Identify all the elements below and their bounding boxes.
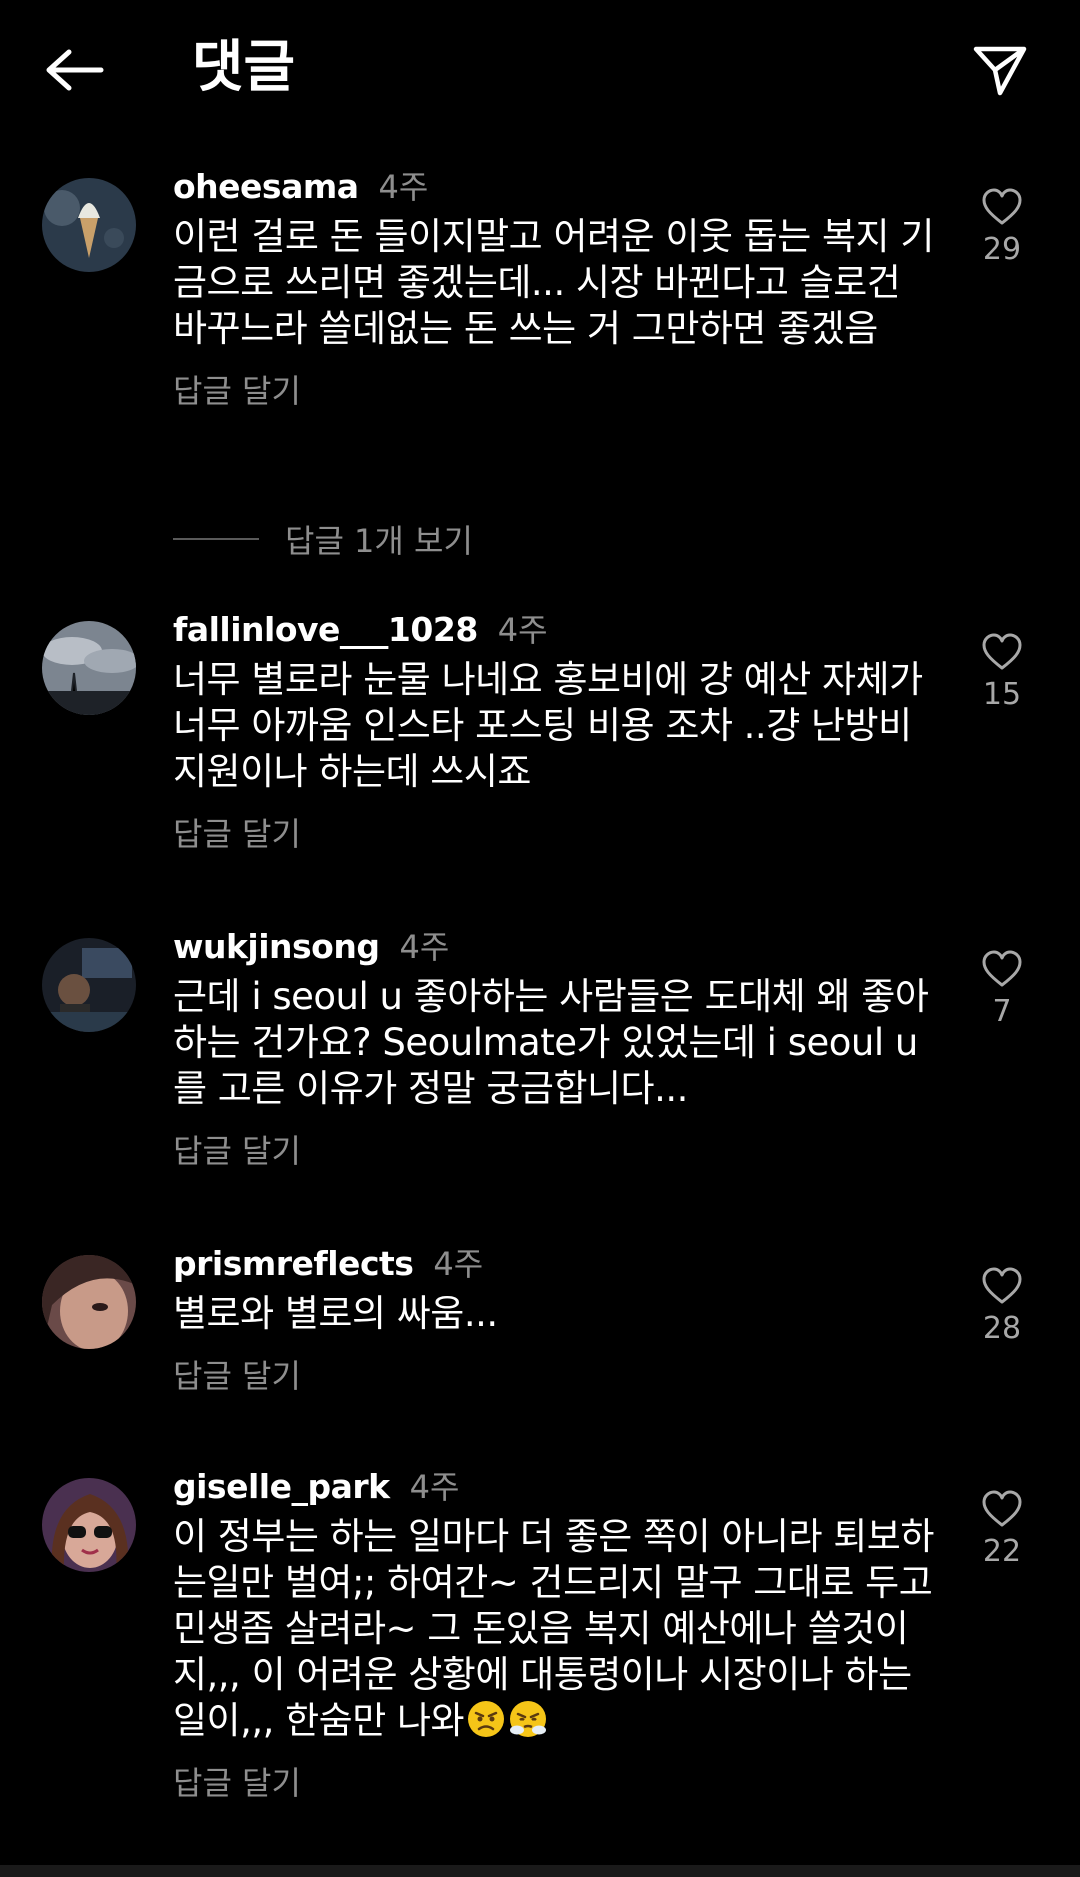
page-title: 댓글 [192,35,296,100]
heart-icon[interactable] [981,950,1023,988]
comment-text-wrapper: 이 정부는 하는 일마다 더 좋은 쪽이 아니라 퇴보하는일만 벌여;; 하여간… [173,1514,943,1744]
heart-icon[interactable] [981,633,1023,671]
comment-time: 4주 [433,1245,484,1283]
like-group: 7 [962,950,1042,1029]
avatar[interactable] [42,178,136,272]
like-group: 15 [962,633,1042,712]
bottom-edge [0,1865,1080,1877]
reply-button[interactable]: 답글 달기 [173,1758,301,1804]
reply-button[interactable]: 답글 달기 [173,366,301,412]
steam-from-nose-emoji-icon [510,1701,547,1737]
avatar[interactable] [42,621,136,715]
comment-time: 4주 [399,928,450,966]
reply-button[interactable]: 답글 달기 [173,1351,301,1397]
like-group: 22 [962,1490,1042,1569]
view-replies-label: 답글 1개 보기 [285,522,473,560]
comment-text: 별로와 별로의 싸움... [173,1292,498,1335]
reply-button[interactable]: 답글 달기 [173,1126,301,1172]
comment-username[interactable]: prismreflects [173,1244,414,1283]
like-count: 15 [982,677,1022,712]
view-replies-button[interactable]: 답글 1개 보기 [173,516,473,562]
arrow-left-icon [46,49,104,91]
like-group: 28 [962,1267,1042,1346]
comment-username[interactable]: oheesama [173,167,359,206]
paper-plane-icon [973,46,1027,96]
avatar[interactable] [42,1478,136,1572]
top-bar: 댓글 [0,0,1080,140]
divider-line [173,538,259,540]
heart-icon[interactable] [981,1490,1023,1528]
like-count: 29 [982,232,1022,267]
comment-time: 4주 [378,168,429,206]
comment-text: 너무 별로라 눈물 나네요 홍보비에 걍 예산 자체가 너무 아까움 인스타 포… [173,658,923,793]
comment-username[interactable]: giselle_park [173,1467,390,1506]
avatar[interactable] [42,938,136,1032]
like-group: 29 [962,188,1042,267]
comment-username[interactable]: fallinlove___1028 [173,610,478,649]
comment-time: 4주 [409,1468,460,1506]
angry-face-emoji-icon [468,1701,505,1737]
reply-button[interactable]: 답글 달기 [173,809,301,855]
comment-text: 이 정부는 하는 일마다 더 좋은 쪽이 아니라 퇴보하는일만 벌여;; 하여간… [173,1515,934,1742]
like-count: 22 [982,1534,1022,1569]
comment-text: 이런 걸로 돈 들이지말고 어려운 이웃 돕는 복지 기금으로 쓰리면 좋겠는데… [173,215,934,350]
heart-icon[interactable] [981,1267,1023,1305]
comment-time: 4주 [497,611,548,649]
back-button[interactable] [40,40,110,100]
heart-icon[interactable] [981,188,1023,226]
like-count: 7 [992,994,1012,1029]
comment-username[interactable]: wukjinsong [173,927,380,966]
like-count: 28 [982,1311,1022,1346]
avatar[interactable] [42,1255,136,1349]
comment-text: 근데 i seoul u 좋아하는 사람들은 도대체 왜 좋아하는 건가요? S… [173,975,929,1110]
share-button[interactable] [968,38,1032,102]
